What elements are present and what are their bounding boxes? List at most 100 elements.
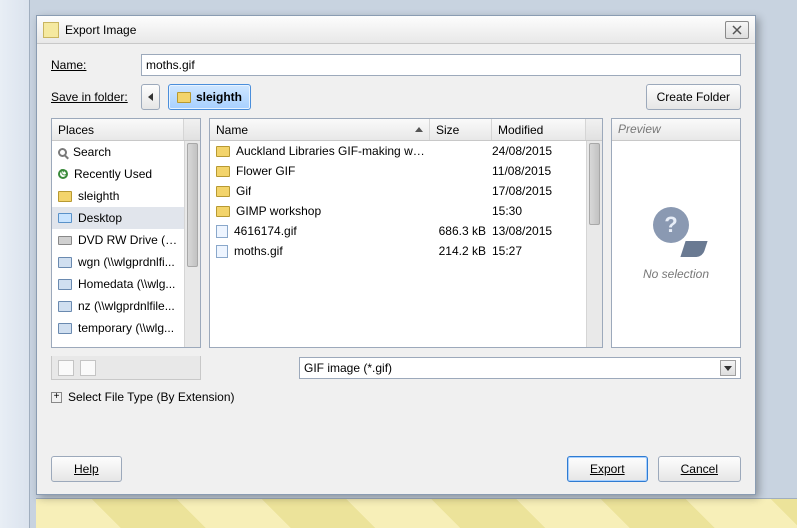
filetype-expander[interactable]: + Select File Type (By Extension) [51, 388, 741, 406]
places-item[interactable]: temporary (\\wlg... [52, 317, 184, 339]
file-name: 4616174.gif [234, 224, 297, 238]
folder-icon [216, 166, 230, 177]
folder-icon [216, 186, 230, 197]
folder-icon [177, 92, 191, 103]
tool-icon[interactable] [2, 2, 26, 26]
name-label: Name: [51, 58, 133, 72]
file-modified: 11/08/2015 [492, 164, 572, 178]
export-image-dialog: Export Image Name: Save in folder: sleig… [36, 15, 756, 495]
file-name: moths.gif [234, 244, 283, 258]
window-title: Export Image [65, 23, 725, 37]
places-item[interactable]: Desktop [52, 207, 184, 229]
recent-icon [58, 169, 68, 179]
file-row[interactable]: moths.gif 214.2 kB15:27 [210, 241, 586, 261]
file-modified: 15:30 [492, 204, 572, 218]
net-icon [58, 257, 72, 268]
plus-icon: + [51, 392, 62, 403]
dropdown-button[interactable] [720, 360, 736, 376]
file-size [430, 144, 492, 158]
places-item[interactable]: sleighth [52, 185, 184, 207]
file-icon [216, 225, 228, 238]
filelist-scrollbar[interactable] [586, 141, 602, 347]
cancel-button[interactable]: Cancel [658, 456, 741, 482]
places-toolbar [51, 356, 201, 380]
filetype-selected: GIF image (*.gif) [304, 361, 392, 375]
places-item-label: Homedata (\\wlg... [78, 277, 175, 291]
places-item-label: Recently Used [74, 167, 152, 181]
path-back-button[interactable] [141, 84, 160, 110]
chevron-left-icon [148, 93, 153, 101]
places-item[interactable]: DVD RW Drive (E:) [52, 229, 184, 251]
filetype-combo[interactable]: GIF image (*.gif) [299, 357, 741, 379]
path-segment-current[interactable]: sleighth [168, 84, 251, 110]
folder-icon [58, 191, 72, 202]
places-item-label: DVD RW Drive (E:) [78, 233, 178, 247]
places-item-label: sleighth [78, 189, 119, 203]
expander-label: Select File Type (By Extension) [68, 390, 235, 404]
places-scrollbar[interactable] [184, 141, 200, 347]
places-item-label: temporary (\\wlg... [78, 321, 174, 335]
file-modified: 24/08/2015 [492, 144, 572, 158]
file-size: 214.2 kB [430, 244, 492, 258]
file-name: Flower GIF [236, 164, 295, 178]
places-item-label: wgn (\\wlgprdnlfi... [78, 255, 175, 269]
places-item-label: Search [73, 145, 111, 159]
places-panel: Places Search Recently Used sleighth Deskto… [51, 118, 201, 348]
file-name: GIMP workshop [236, 204, 321, 218]
remove-bookmark-button[interactable] [80, 360, 96, 376]
file-name: Auckland Libraries GIF-making works... [236, 144, 430, 158]
file-row[interactable]: Auckland Libraries GIF-making works... 24… [210, 141, 586, 161]
file-modified: 17/08/2015 [492, 184, 572, 198]
export-button[interactable]: Export [567, 456, 648, 482]
file-modified: 15:27 [492, 244, 572, 258]
file-size: 686.3 kB [430, 224, 492, 238]
file-modified: 13/08/2015 [492, 224, 572, 238]
close-button[interactable] [725, 21, 749, 39]
places-item[interactable]: Search [52, 141, 184, 163]
col-size[interactable]: Size [430, 119, 492, 140]
file-size [430, 204, 492, 218]
add-bookmark-button[interactable] [58, 360, 74, 376]
folder-icon [216, 146, 230, 157]
file-row[interactable]: Flower GIF 11/08/2015 [210, 161, 586, 181]
preview-panel: Preview ? No selection [611, 118, 741, 348]
search-icon [58, 148, 67, 157]
places-item[interactable]: nz (\\wlgprdnlfile... [52, 295, 184, 317]
net-icon [58, 301, 72, 312]
question-mark-icon: ? [653, 207, 699, 253]
file-size [430, 184, 492, 198]
help-button[interactable]: Help [51, 456, 122, 482]
col-modified[interactable]: Modified [492, 119, 586, 140]
window-icon [43, 22, 59, 38]
filename-input[interactable] [141, 54, 741, 76]
sort-asc-icon [415, 127, 423, 132]
file-row[interactable]: GIMP workshop 15:30 [210, 201, 586, 221]
col-name[interactable]: Name [210, 119, 430, 140]
scroll-cap [184, 119, 200, 140]
file-icon [216, 245, 228, 258]
places-header[interactable]: Places [52, 119, 184, 140]
drive-icon [58, 236, 72, 245]
path-segment-label: sleighth [196, 90, 242, 104]
create-folder-button[interactable]: Create Folder [646, 84, 741, 110]
chevron-down-icon [724, 366, 732, 371]
preview-noselection: No selection [643, 267, 709, 281]
file-name: Gif [236, 184, 251, 198]
titlebar: Export Image [37, 16, 755, 44]
desktop-icon [58, 213, 72, 223]
canvas-background [36, 498, 797, 528]
preview-header: Preview [612, 119, 740, 141]
file-row[interactable]: Gif 17/08/2015 [210, 181, 586, 201]
folder-label: Save in folder: [51, 90, 133, 104]
file-list-panel: Name Size Modified Auckland Libraries GI… [209, 118, 603, 348]
places-item[interactable]: wgn (\\wlgprdnlfi... [52, 251, 184, 273]
net-icon [58, 279, 72, 290]
net-icon [58, 323, 72, 334]
places-item-label: Desktop [78, 211, 122, 225]
file-size [430, 164, 492, 178]
places-item[interactable]: Homedata (\\wlg... [52, 273, 184, 295]
close-icon [732, 25, 742, 35]
file-row[interactable]: 4616174.gif 686.3 kB13/08/2015 [210, 221, 586, 241]
places-item[interactable]: Recently Used [52, 163, 184, 185]
scroll-cap [586, 119, 602, 140]
